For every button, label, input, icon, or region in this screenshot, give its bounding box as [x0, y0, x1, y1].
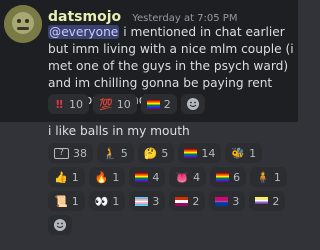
reaction-count: 38 — [73, 146, 87, 160]
reaction-bar — [48, 215, 298, 235]
pride-flag-icon — [184, 148, 198, 158]
reaction[interactable]: 🔥 1 — [88, 167, 126, 187]
reaction-count: 1 — [112, 170, 120, 184]
hundred-points-icon: 💯 — [99, 97, 113, 111]
reaction[interactable]: 🐝 1 — [225, 143, 263, 163]
reaction-count: 1 — [112, 194, 120, 208]
bi-flag-icon — [215, 196, 229, 206]
timestamp: Yesterday at 7:05 PM — [132, 13, 238, 24]
reaction[interactable]: 6 — [210, 167, 247, 187]
reaction-count: 2 — [192, 194, 200, 208]
reaction-count: 1 — [249, 146, 257, 160]
person-standing-icon: 🧍 — [256, 170, 270, 184]
fire-icon: 🔥 — [94, 170, 109, 184]
person-icon: 🧎 — [103, 146, 117, 160]
eyes-icon: 👀 — [94, 194, 109, 208]
nonbinary-flag-icon — [255, 196, 269, 206]
reaction[interactable]: 👅 4 — [169, 167, 207, 187]
reaction[interactable]: 2 — [169, 191, 206, 211]
reaction-count: 4 — [193, 170, 201, 184]
reaction-count: 3 — [152, 194, 160, 208]
custom-emoji-icon: 📜 — [54, 194, 68, 208]
pride-flag-icon — [135, 172, 149, 182]
reaction-count: 14 — [201, 146, 216, 160]
reaction-count: 1 — [273, 170, 281, 184]
reaction-count: 2 — [272, 194, 280, 208]
reaction[interactable]: ? 38 — [48, 143, 93, 163]
reaction[interactable]: 3 — [209, 191, 246, 211]
tongue-icon: 👅 — [175, 170, 190, 184]
reaction[interactable]: 🧍 1 — [250, 167, 287, 187]
message-header: datsmojo Yesterday at 7:05 PM — [48, 6, 237, 25]
add-reaction-button[interactable] — [180, 94, 205, 114]
reaction[interactable]: 📜 1 — [48, 191, 85, 211]
reaction-bar: ? 38 🧎 5 🤔 5 14 🐝 1 — [48, 143, 298, 163]
reaction-count: 1 — [71, 170, 79, 184]
avatar[interactable] — [4, 5, 42, 43]
reaction[interactable]: 4 — [129, 167, 166, 187]
mention-everyone[interactable]: @everyone — [48, 25, 120, 39]
reaction[interactable]: 2 — [249, 191, 286, 211]
reaction[interactable]: ‼ 10 — [48, 94, 89, 114]
reaction-count: 10 — [69, 97, 83, 111]
reaction[interactable]: 🧎 5 — [97, 143, 134, 163]
flag-icon — [175, 196, 189, 206]
thumbs-up-icon: 👍 — [54, 170, 68, 184]
reaction-count: 4 — [152, 170, 160, 184]
trans-flag-icon — [135, 196, 149, 206]
bee-icon: 🐝 — [231, 146, 246, 160]
username[interactable]: datsmojo — [48, 9, 121, 25]
message-group-highlighted: datsmojo Yesterday at 7:05 PM @everyone … — [0, 0, 298, 122]
question-mark-icon: ? — [54, 147, 69, 159]
reaction[interactable]: 2 — [140, 94, 177, 114]
smiley-icon — [54, 219, 66, 231]
reaction[interactable]: 👍 1 — [48, 167, 85, 187]
message-text: i like balls in my mouth — [48, 124, 190, 138]
reaction[interactable]: 14 — [178, 143, 222, 163]
smiley-icon — [186, 98, 199, 110]
reaction[interactable]: 💯 10 — [93, 94, 137, 114]
reaction-bar: 📜 1 👀 1 3 2 3 2 — [48, 191, 298, 211]
thinking-face-icon: 🤔 — [143, 146, 158, 160]
reaction-count: 6 — [233, 170, 241, 184]
reaction[interactable]: 3 — [129, 191, 166, 211]
reaction[interactable]: 👀 1 — [88, 191, 126, 211]
reaction-count: 5 — [120, 146, 128, 160]
reaction-count: 10 — [116, 97, 131, 111]
reaction-count: 2 — [163, 97, 171, 111]
add-reaction-button[interactable] — [48, 215, 72, 235]
pride-flag-icon — [216, 172, 230, 182]
pride-flag-icon — [146, 99, 160, 109]
double-exclamation-icon: ‼ — [56, 97, 63, 111]
reaction-bar: 👍 1 🔥 1 4 👅 4 6 🧍 1 — [48, 167, 298, 187]
reaction[interactable]: 🤔 5 — [137, 143, 175, 163]
reaction-count: 1 — [71, 194, 79, 208]
reaction-count: 3 — [232, 194, 240, 208]
reaction-count: 5 — [161, 146, 169, 160]
reaction-bar: ‼ 10 💯 10 2 — [48, 94, 298, 114]
